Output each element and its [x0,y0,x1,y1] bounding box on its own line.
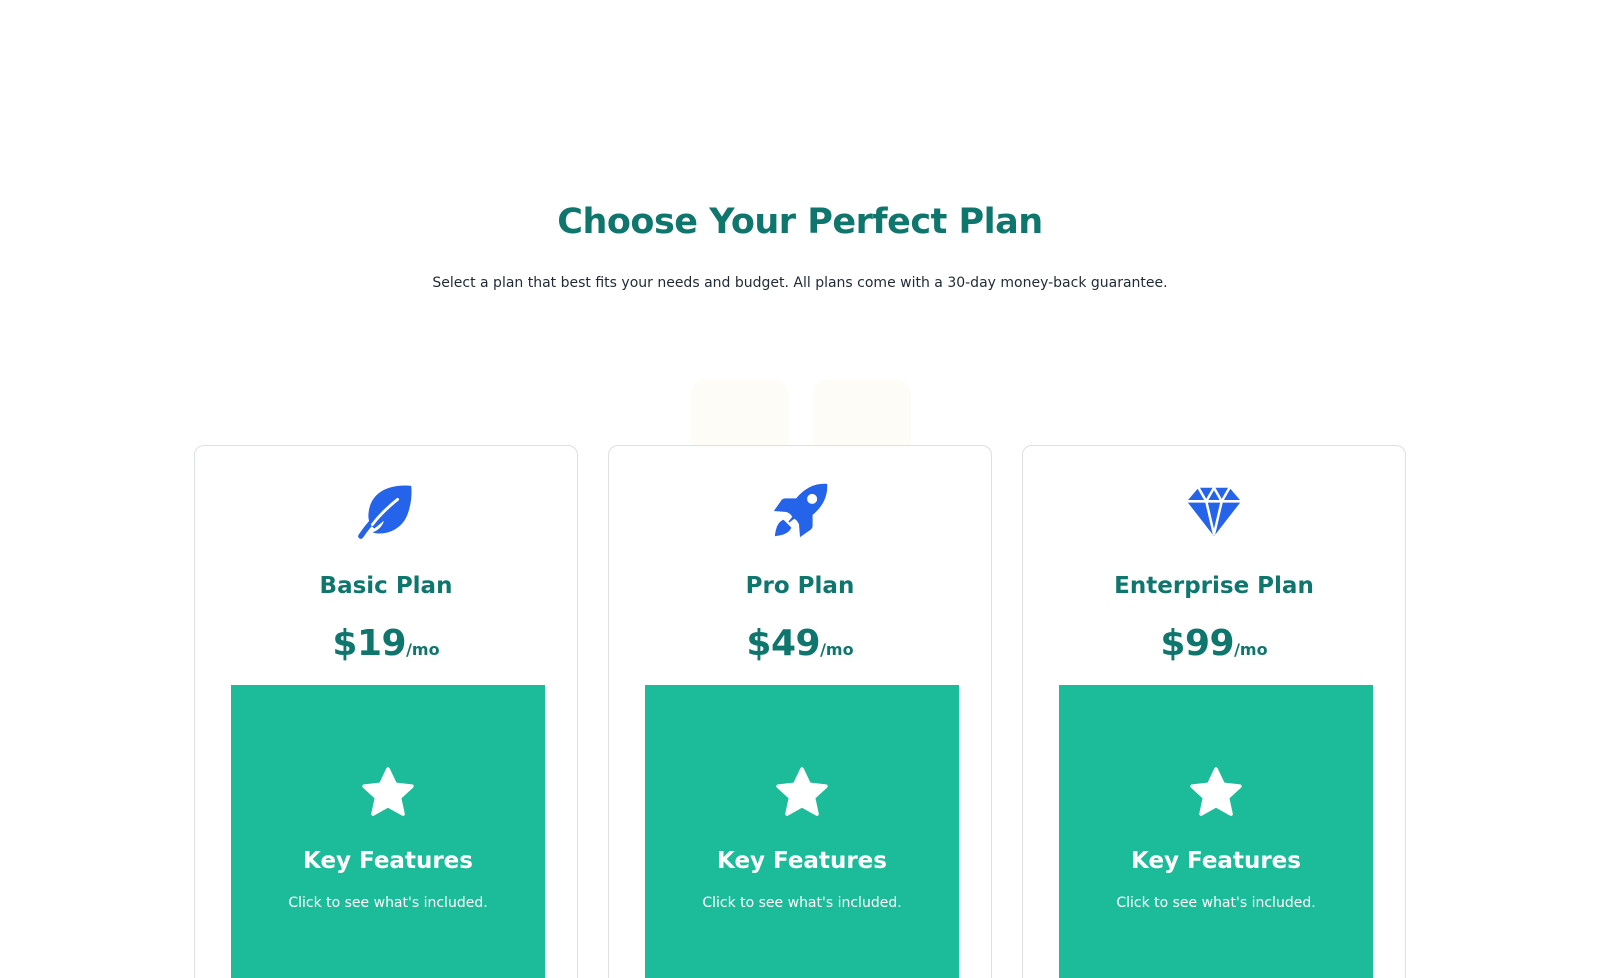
key-features-toggle[interactable]: Key Features Click to see what's include… [1059,685,1373,978]
key-features-toggle[interactable]: Key Features Click to see what's include… [645,685,959,978]
price-amount: $99 [1160,623,1235,664]
plan-name: Pro Plan [745,573,855,599]
key-features-hint: Click to see what's included. [702,895,902,911]
star-icon [1188,765,1244,821]
decorative-tab [813,379,911,449]
plan-price: $19/mo [195,618,577,676]
key-features-title: Key Features [717,848,887,874]
price-period: /mo [406,640,440,659]
key-features-hint: Click to see what's included. [1116,895,1316,911]
leaf-icon [355,480,417,542]
page-title: Choose Your Perfect Plan [557,202,1043,242]
price-amount: $19 [332,623,407,664]
star-icon [774,765,830,821]
plan-name: Enterprise Plan [1114,573,1314,599]
pricing-page: Choose Your Perfect Plan Select a plan t… [0,0,1600,978]
key-features-toggle[interactable]: Key Features Click to see what's include… [231,685,545,978]
plan-price: $49/mo [609,618,991,676]
gem-icon [1183,480,1245,542]
plan-name: Basic Plan [319,573,453,599]
key-features-hint: Click to see what's included. [288,895,488,911]
price-period: /mo [820,640,854,659]
key-features-title: Key Features [303,848,473,874]
page-subtitle: Select a plan that best fits your needs … [432,275,1168,291]
price-period: /mo [1234,640,1268,659]
plan-card-basic: Basic Plan $19/mo Key Features Click to … [194,445,578,978]
decorative-tab [691,379,789,449]
star-icon [360,765,416,821]
plan-card-pro: Pro Plan $49/mo Key Features Click to se… [608,445,992,978]
price-amount: $49 [746,623,821,664]
plan-card-enterprise: Enterprise Plan $99/mo Key Features Clic… [1022,445,1406,978]
plan-price: $99/mo [1023,618,1405,676]
rocket-icon [769,480,831,542]
key-features-title: Key Features [1131,848,1301,874]
